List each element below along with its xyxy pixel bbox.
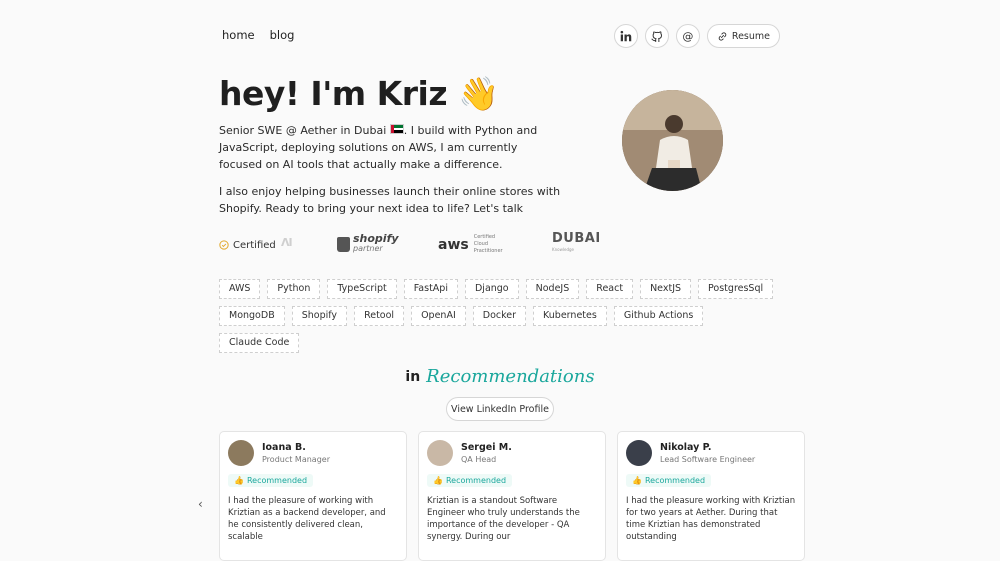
skill-tag: Django: [464, 279, 519, 299]
wave-emoji: 👋: [458, 74, 499, 113]
recommendation-card: Sergei M. QA Head 👍 Recommended Kriztian…: [418, 431, 606, 561]
recommended-label: Recommended: [644, 476, 706, 485]
hero-title: hey! I'm Kriz 👋: [219, 74, 499, 114]
skill-tag: Kubernetes: [533, 306, 607, 326]
skill-tag: Docker: [472, 306, 527, 326]
shopify-logo-sub: partner: [353, 244, 383, 253]
recommender-avatar: [228, 440, 254, 466]
recommended-label: Recommended: [246, 476, 308, 485]
carousel-prev-icon[interactable]: ‹: [198, 497, 203, 511]
skill-tag: OpenAI: [411, 306, 466, 326]
skills-tags: AWS Python TypeScript FastApi Django Nod…: [219, 279, 779, 353]
recommendation-text: I had the pleasure of working with Krizt…: [228, 496, 386, 542]
recommendation-card: Nikolay P. Lead Software Engineer 👍 Reco…: [617, 431, 805, 561]
nav-blog-link[interactable]: blog: [270, 28, 295, 42]
skill-tag: PostgresSql: [698, 279, 774, 299]
recommendation-text: I had the pleasure working with Kriztian…: [626, 496, 796, 542]
link-icon: [718, 31, 727, 41]
linkedin-icon: [620, 30, 632, 42]
skill-tag: NextJS: [640, 279, 692, 299]
github-icon: [651, 31, 662, 42]
bio-intro: Senior SWE @ Aether in Dubai . I build w…: [219, 122, 561, 173]
recommendation-card: Ioana B. Product Manager 👍 Recommended I…: [219, 431, 407, 561]
profile-photo: [622, 90, 723, 191]
aws-logo-sub2: Practitioner: [473, 248, 503, 254]
skill-tag: TypeScript: [327, 279, 397, 299]
linkedin-button[interactable]: [613, 24, 638, 48]
social-links: @ Resume: [613, 24, 780, 48]
uae-flag-icon: [389, 124, 404, 134]
email-button[interactable]: @: [675, 24, 700, 48]
recommender-name: Nikolay P.: [660, 442, 712, 453]
hero-title-text: hey! I'm Kriz: [219, 74, 448, 113]
thumbs-up-icon: 👍: [433, 476, 443, 485]
nav-home-link[interactable]: home: [222, 28, 255, 42]
resume-label: Resume: [731, 30, 770, 42]
recommendation-text: Kriztian is a standout Software Engineer…: [427, 496, 580, 542]
skill-tag: AWS: [219, 279, 261, 299]
skill-tag: Retool: [354, 306, 405, 326]
skill-tag: NodeJS: [525, 279, 580, 299]
dubai-logo: DUBAI Knowledge: [552, 232, 601, 255]
skill-tag: MongoDB: [219, 306, 285, 326]
aws-logo-sub1: Certified Cloud: [473, 234, 496, 247]
recommender-avatar: [626, 440, 652, 466]
aws-cert-logo: aws Certified Cloud Practitioner: [438, 234, 503, 255]
recommended-badge: 👍 Recommended: [228, 474, 314, 487]
certified-label: Certified: [219, 240, 276, 251]
recommendations-heading: in Recommendations: [0, 366, 1000, 387]
aws-logo-text: aws: [438, 236, 469, 253]
recommender-role: Lead Software Engineer: [660, 455, 756, 464]
shopify-partner-logo: shopify partner: [337, 233, 399, 254]
thumbs-up-icon: 👍: [632, 476, 642, 485]
skill-tag: Shopify: [291, 306, 348, 326]
recommender-name: Ioana B.: [262, 442, 306, 453]
cut-logo: ɅI: [281, 236, 293, 249]
shopify-bag-icon: [337, 236, 350, 252]
bio-intro-a: Senior SWE @ Aether in Dubai: [219, 124, 387, 137]
certified-text: Certified: [233, 239, 276, 251]
resume-button[interactable]: Resume: [706, 24, 780, 48]
recommendations-title: Recommendations: [426, 366, 595, 387]
recommender-name: Sergei M.: [461, 442, 512, 453]
linkedin-icon: in: [405, 368, 421, 385]
recommended-badge: 👍 Recommended: [626, 474, 712, 487]
badge-check-icon: [219, 240, 229, 250]
recommendation-cards: Ioana B. Product Manager 👍 Recommended I…: [219, 431, 805, 561]
bio-shopify: I also enjoy helping businesses launch t…: [219, 185, 561, 215]
recommender-role: QA Head: [461, 455, 497, 464]
recommended-badge: 👍 Recommended: [427, 474, 513, 487]
page: home blog @ Resume hey! I'm Kriz 👋 Senio: [0, 0, 1000, 561]
top-nav: home blog: [222, 28, 294, 42]
recommended-label: Recommended: [445, 476, 507, 485]
view-linkedin-button[interactable]: View LinkedIn Profile: [446, 397, 554, 421]
skill-tag: Claude Code: [219, 333, 300, 353]
skill-tag: Python: [267, 279, 321, 299]
thumbs-up-icon: 👍: [234, 476, 244, 485]
skill-tag: FastApi: [403, 279, 458, 299]
recommender-avatar: [427, 440, 453, 466]
skill-tag: Github Actions: [613, 306, 704, 326]
github-button[interactable]: [644, 24, 669, 48]
certifications-row: Certified ɅI shopify partner aws Certifie…: [219, 232, 600, 258]
recommender-role: Product Manager: [262, 455, 330, 464]
at-icon: @: [682, 29, 694, 43]
skill-tag: React: [586, 279, 634, 299]
